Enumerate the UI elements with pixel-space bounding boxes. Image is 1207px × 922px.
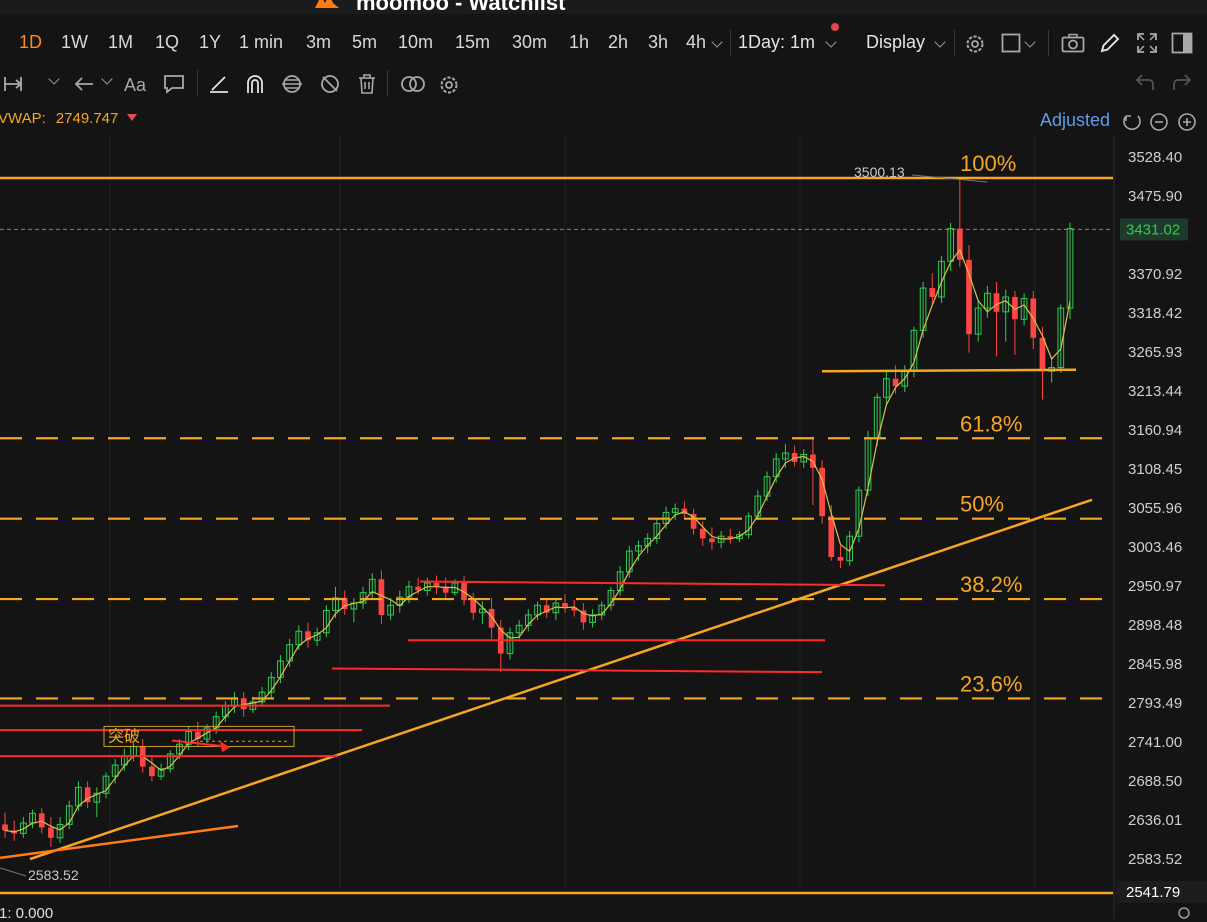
breakout-arrow-line [171, 739, 227, 748]
bottom-indicator-readout: 1: 0.000 [0, 905, 54, 922]
price-axis-tick-label: 3055.96 [1128, 500, 1182, 517]
price-axis-tick-label: 3370.92 [1128, 266, 1182, 283]
price-axis-tick-label: 2793.49 [1128, 695, 1182, 712]
current-price-axis-label: 3431.02 [1126, 221, 1180, 238]
breakout-arrow-head [220, 741, 230, 753]
candle-body-down [48, 827, 54, 838]
price-axis-tick-label: 3108.45 [1128, 461, 1182, 478]
candle-body-down [2, 824, 8, 831]
breakout-annotation: 突破 [108, 727, 140, 745]
candle-body-down [699, 528, 706, 539]
price-axis-tick-label: 2688.50 [1128, 773, 1182, 790]
price-axis-tick-label: 2583.52 [1128, 851, 1182, 868]
candle-body-down [1039, 337, 1046, 372]
price-axis-tick-label: 2950.97 [1128, 578, 1182, 595]
support-line-recent [821, 368, 1077, 373]
axis-settings-icon [1178, 907, 1190, 919]
fib-level-label: 100% [960, 151, 1016, 176]
price-axis-tick-label: 2636.01 [1128, 812, 1182, 829]
candle-body-down [562, 603, 568, 608]
low-label-leader [0, 867, 27, 877]
fib-level-label: 61.8% [960, 411, 1022, 436]
fib-level-label: 50% [960, 492, 1004, 517]
price-axis-tick-label: 3003.46 [1128, 539, 1182, 556]
price-axis-tick-label: 3318.42 [1128, 305, 1182, 322]
candle-body-down [837, 557, 844, 561]
fib-level-label: 23.6% [960, 671, 1022, 696]
price-axis-tick-label: 3160.94 [1128, 422, 1182, 439]
high-price-label: 3500.13 [854, 164, 905, 180]
price-axis-tick-label: 2541.79 [1126, 884, 1180, 901]
moving-average-line [4, 248, 1071, 833]
candle-body-down [38, 813, 45, 828]
low-price-label: 2583.52 [28, 867, 79, 883]
candle-body-down [993, 293, 1000, 312]
price-axis-tick-label: 2898.48 [1128, 617, 1182, 634]
candle-body-down [709, 538, 715, 543]
support-line [331, 667, 823, 674]
candle-body-down [966, 259, 972, 335]
price-axis-tick-label: 3475.90 [1128, 188, 1182, 205]
candle-body-down [149, 766, 155, 777]
price-axis-tick-label: 2845.98 [1128, 656, 1182, 673]
price-axis-tick-label: 3213.44 [1128, 383, 1182, 400]
price-axis-tick-label: 2741.00 [1128, 734, 1182, 751]
candlestick-chart[interactable]: 100% 61.8% 50% 38.2% 23.6% 突破 3500.13 2583.52 35… [0, 0, 1207, 919]
price-axis-tick-label: 3265.93 [1128, 344, 1182, 361]
price-axis-tick-label: 3528.40 [1128, 149, 1182, 166]
uptrend-line-early [0, 824, 239, 860]
resistance-line [419, 580, 886, 587]
candle-body-down [470, 600, 477, 613]
candle-body-down [929, 288, 936, 297]
uptrend-line-main [29, 498, 1093, 861]
fib-level-label: 38.2% [960, 572, 1022, 597]
